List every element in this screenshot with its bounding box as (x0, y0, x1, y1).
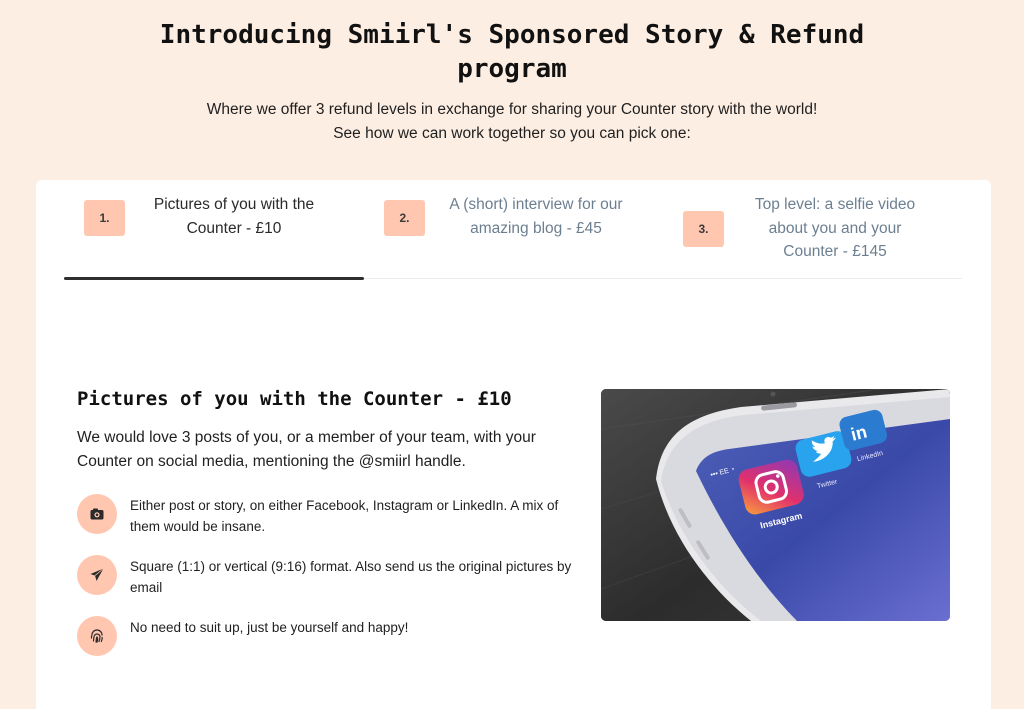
feature-text: Either post or story, on either Facebook… (130, 498, 559, 534)
page-title: Introducing Smiirl's Sponsored Story & R… (159, 20, 865, 84)
feature-item: Either post or story, on either Facebook… (77, 494, 577, 534)
feature-text: No need to suit up, just be yourself and… (130, 620, 409, 635)
refund-levels-card: 1. Pictures of you with the Counter - £1… (36, 180, 991, 709)
refund-level-tabs: 1. Pictures of you with the Counter - £1… (64, 180, 962, 280)
tab-number-badge: 2. (384, 200, 425, 236)
tab-level-2[interactable]: 2. A (short) interview for our amazing b… (364, 180, 664, 279)
page: Introducing Smiirl's Sponsored Story & R… (0, 0, 1024, 709)
feature-item: No need to suit up, just be yourself and… (77, 616, 577, 656)
tab-number-badge: 3. (683, 211, 724, 247)
subtitle-line-2: See how we can work together so you can … (333, 125, 691, 142)
tab-label: Pictures of you with the Counter - £10 (153, 196, 315, 237)
tab-label: Top level: a selfie video about you and … (754, 196, 916, 260)
tab-label: A (short) interview for our amazing blog… (449, 196, 623, 237)
paper-plane-icon (77, 555, 117, 595)
tab-level-3[interactable]: 3. Top level: a selfie video about you a… (662, 180, 962, 279)
level-title: Pictures of you with the Counter - £10 (77, 388, 512, 410)
subtitle-line-1: Where we offer 3 refund levels in exchan… (206, 101, 818, 118)
page-subtitle: Where we offer 3 refund levels in exchan… (100, 98, 924, 146)
feature-item: Square (1:1) or vertical (9:16) format. … (77, 555, 577, 595)
tab-number-badge: 1. (84, 200, 125, 236)
fingerprint-icon (77, 616, 117, 656)
tab-level-1[interactable]: 1. Pictures of you with the Counter - £1… (64, 180, 364, 280)
smartphone-social-apps-photo: ▪▪▪ EE ◔ Instagram Twitter in LinkedIn (601, 389, 950, 621)
level-description: We would love 3 posts of you, or a membe… (77, 429, 536, 470)
camera-icon (77, 494, 117, 534)
feature-text: Square (1:1) or vertical (9:16) format. … (130, 559, 572, 595)
